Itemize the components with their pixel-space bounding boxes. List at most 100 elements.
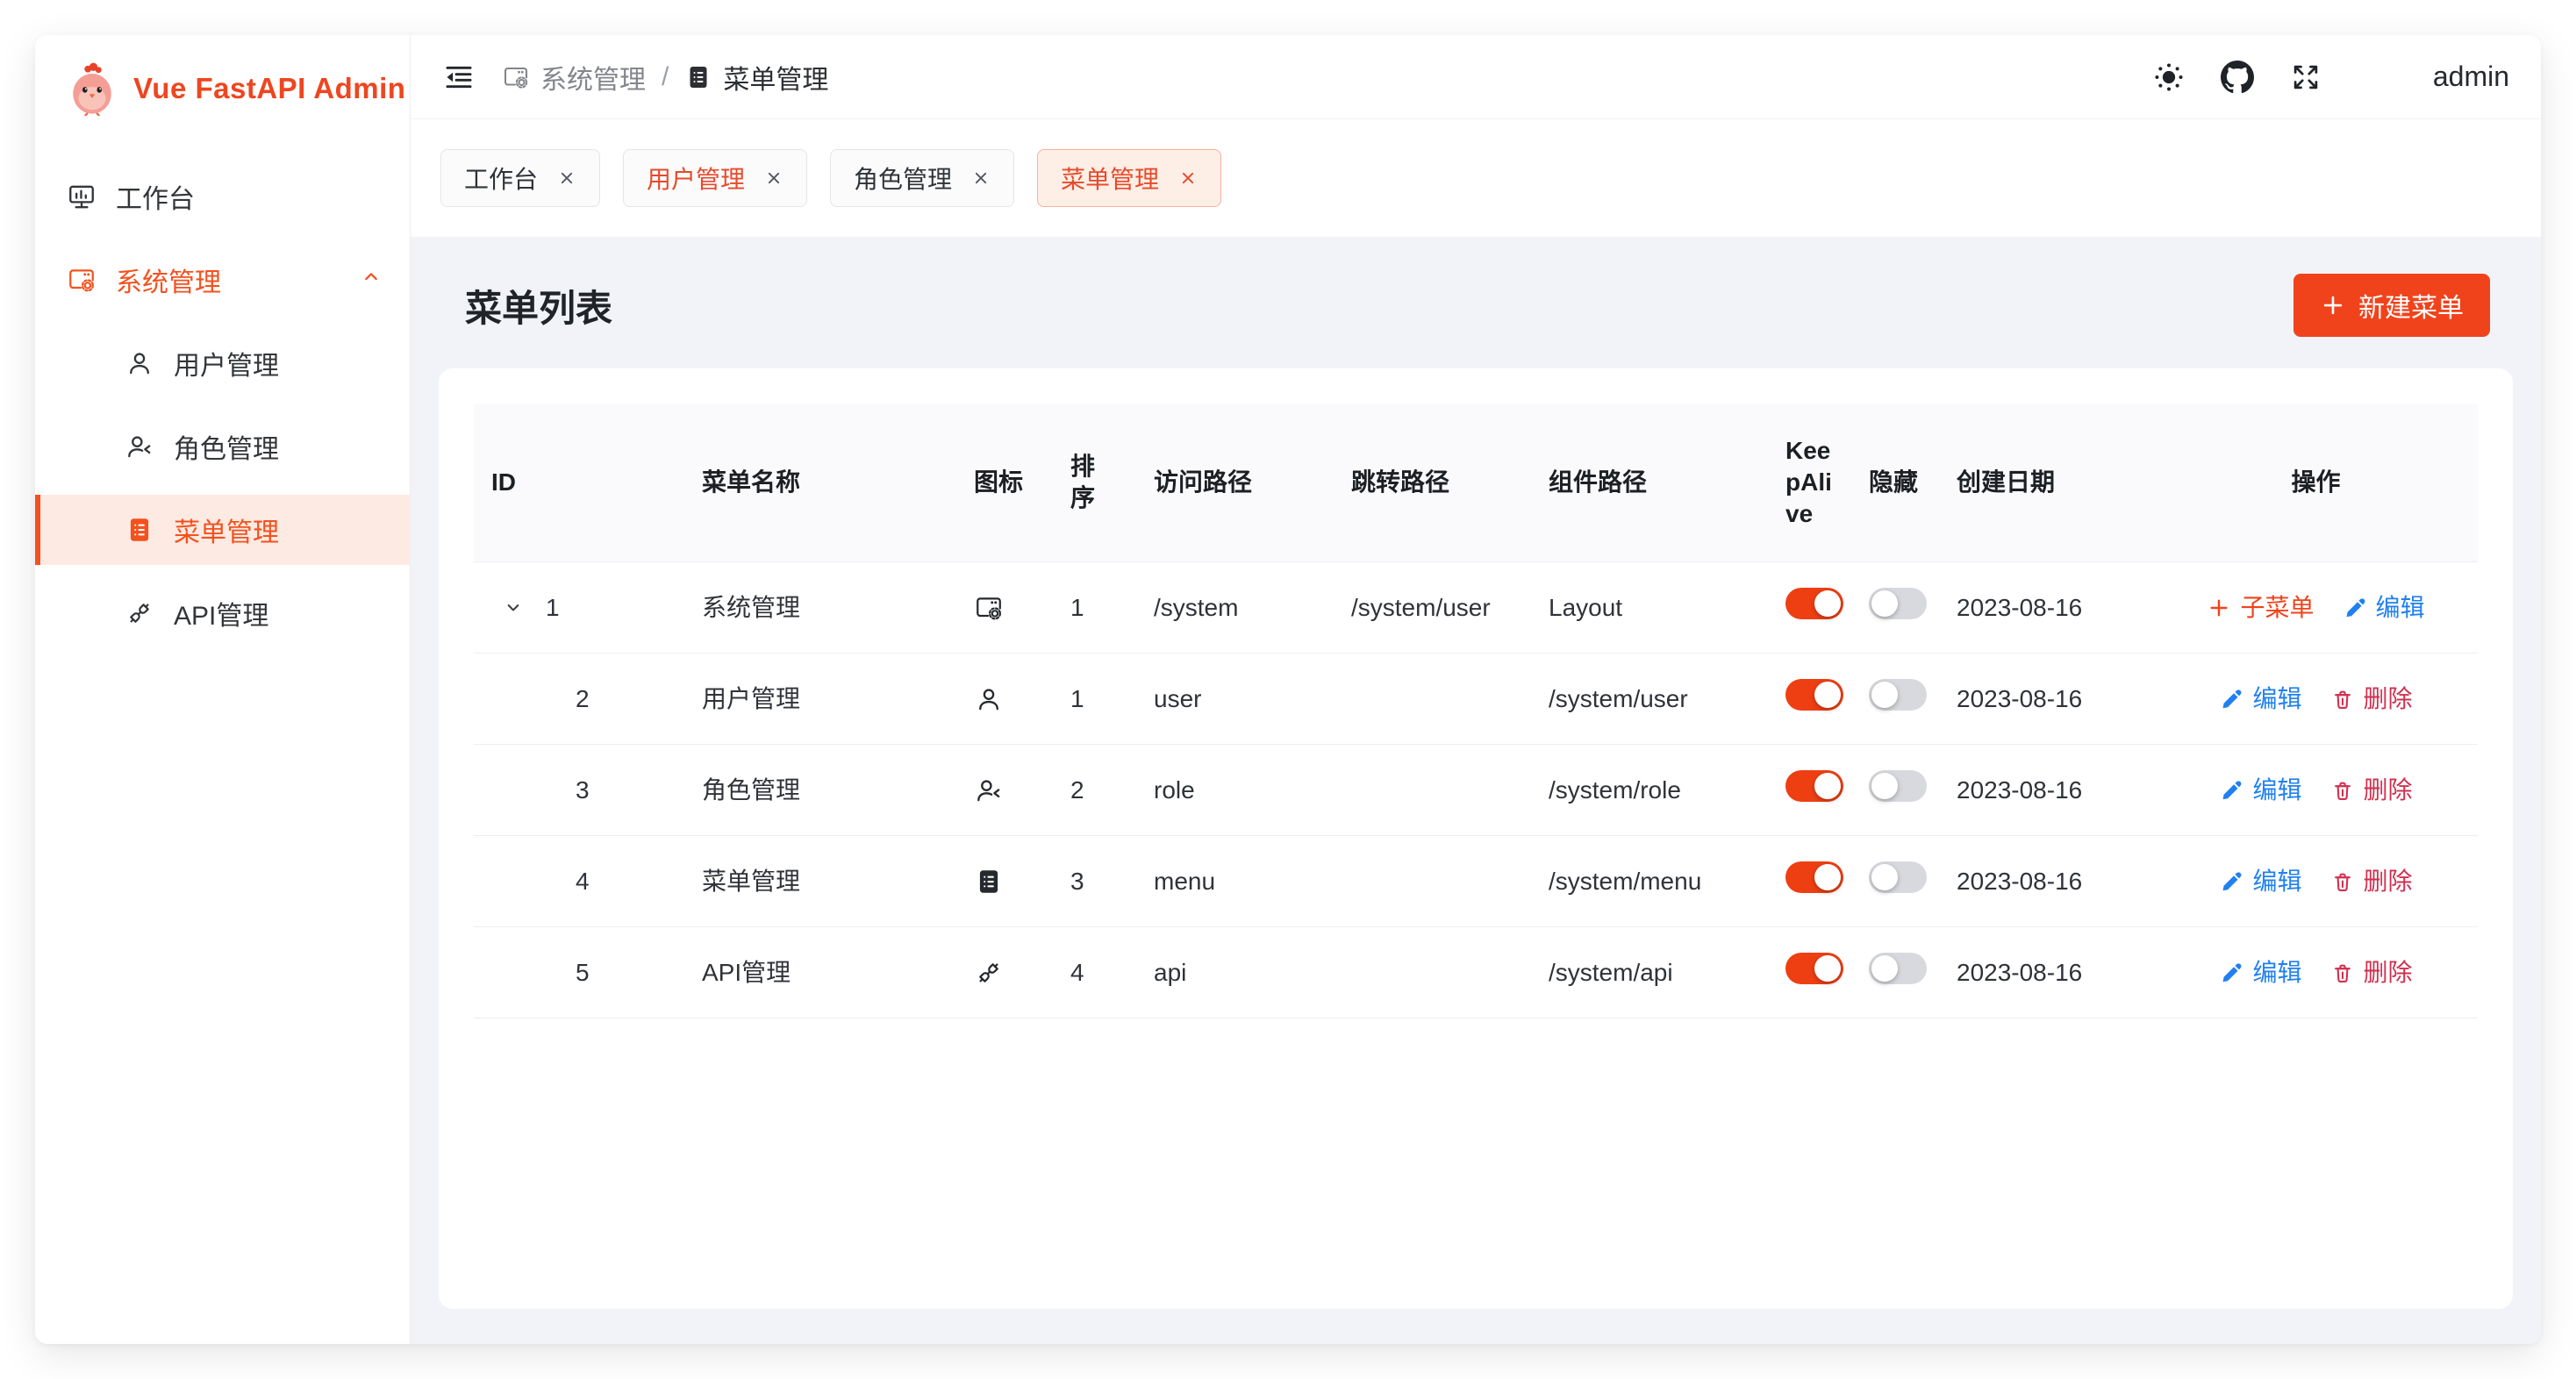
sidebar-item-menus[interactable]: 菜单管理 [35,495,410,565]
sidebar-item-label: 用户管理 [174,344,279,382]
delete-link[interactable]: 删除 [2330,774,2413,807]
delete-link[interactable]: 删除 [2330,956,2413,990]
sidebar-item-workbench[interactable]: 工作台 [35,161,410,232]
avatar[interactable] [2358,52,2408,103]
breadcrumb-separator: / [662,62,669,92]
keepalive-toggle[interactable] [1785,861,1843,893]
col-created: 创建日期 [1939,404,2154,562]
cell-created: 2023-08-16 [1939,654,2154,745]
breadcrumb-item-system[interactable]: 系统管理 [502,58,646,96]
delete-link[interactable]: 删除 [2330,865,2413,898]
cell-path: user [1136,654,1334,745]
cell-name: 用户管理 [684,654,956,745]
edit-link[interactable]: 编辑 [2219,956,2301,990]
cell-path: api [1136,927,1334,1018]
cell-name: 角色管理 [684,745,956,836]
sidebar-item-apis[interactable]: API管理 [35,578,410,648]
close-icon[interactable] [971,168,991,188]
trash-icon [2330,961,2355,985]
cell-order: 1 [1053,654,1136,745]
close-icon[interactable] [764,168,784,188]
tab-users[interactable]: 用户管理 [623,149,807,207]
sidebar-item-users[interactable]: 用户管理 [35,328,410,398]
cell-created: 2023-08-16 [1939,836,2154,927]
cell-redirect [1334,927,1531,1018]
cell-order: 3 [1053,836,1136,927]
tabbar: 工作台 用户管理 角色管理 菜单管理 [411,119,2541,237]
sidebar-item-roles[interactable]: 角色管理 [35,411,410,482]
add-submenu-link[interactable]: 子菜单 [2207,591,2314,625]
breadcrumb: 系统管理 / 菜单管理 [502,58,828,96]
col-icon: 图标 [956,404,1053,562]
theme-toggle-button[interactable] [2152,61,2186,94]
edit-link[interactable]: 编辑 [2219,774,2301,807]
hidden-toggle[interactable] [1869,861,1927,893]
page-title: 菜单列表 [465,279,612,332]
pencil-icon [2219,869,2243,894]
table-card: ID 菜单名称 图标 排序 访问路径 跳转路径 组件路径 KeepAlive 隐… [439,368,2513,1309]
edit-link[interactable]: 编辑 [2219,865,2301,898]
cell-id: 1 [546,591,560,625]
chick-logo-icon [65,61,119,116]
delete-link[interactable]: 删除 [2330,682,2413,716]
hidden-toggle[interactable] [1869,588,1927,619]
keepalive-toggle[interactable] [1785,588,1843,619]
edit-link[interactable]: 编辑 [2219,682,2301,716]
tab-roles[interactable]: 角色管理 [830,149,1014,207]
tab-menus[interactable]: 菜单管理 [1037,149,1221,207]
table-row: 1 系统管理 1 /system /system/user Layout 202… [474,562,2478,654]
close-icon[interactable] [557,168,576,188]
hidden-toggle[interactable] [1869,679,1927,711]
cell-path: /system [1136,562,1334,654]
topbar: 系统管理 / 菜单管理 admin [411,35,2541,119]
sidebar: Vue FastAPI Admin 工作台 系统管理 用户管理 角色管理 [35,35,411,1344]
menu-icon [125,515,154,545]
table-row: 3 角色管理 2 role /system/role 2023-08-16 编 [474,745,2478,836]
keepalive-toggle[interactable] [1785,953,1843,984]
tab-workbench[interactable]: 工作台 [440,149,600,207]
content-area: 菜单列表 新建菜单 ID 菜单名称 [411,237,2541,1344]
system-icon [502,63,530,91]
col-actions: 操作 [2154,404,2478,562]
api-icon [974,958,1035,988]
col-hidden: 隐藏 [1851,404,1939,562]
sidebar-collapse-button[interactable] [442,61,476,94]
cell-component: /system/menu [1531,836,1768,927]
new-menu-button[interactable]: 新建菜单 [2293,274,2490,337]
hidden-toggle[interactable] [1869,770,1927,802]
cell-path: menu [1136,836,1334,927]
app-window: Vue FastAPI Admin 工作台 系统管理 用户管理 角色管理 [35,35,2541,1344]
main-area: 系统管理 / 菜单管理 admin 工作台 [411,35,2541,1344]
github-button[interactable] [2221,61,2254,94]
close-icon[interactable] [1178,168,1198,188]
breadcrumb-item-menus[interactable]: 菜单管理 [684,58,828,96]
app-logo[interactable]: Vue FastAPI Admin [35,35,410,137]
cell-path: role [1136,745,1334,836]
menu-table: ID 菜单名称 图标 排序 访问路径 跳转路径 组件路径 KeepAlive 隐… [474,404,2478,1018]
chevron-up-icon [359,264,383,296]
col-keepalive: KeepAlive [1768,404,1851,562]
edit-link[interactable]: 编辑 [2343,591,2425,625]
sidebar-item-label: API管理 [174,594,268,632]
keepalive-toggle[interactable] [1785,679,1843,711]
fullscreen-button[interactable] [2289,61,2322,94]
hidden-toggle[interactable] [1869,953,1927,984]
col-name: 菜单名称 [684,404,956,562]
chevron-down-icon [502,597,525,619]
sidebar-item-system[interactable]: 系统管理 [35,245,410,315]
menu-icon [974,867,1035,897]
col-id: ID [474,404,684,562]
sidebar-menu: 工作台 系统管理 用户管理 角色管理 菜单管理 API [35,137,410,648]
cell-created: 2023-08-16 [1939,562,2154,654]
role-icon [974,775,1035,805]
trash-icon [2330,778,2355,803]
api-icon [125,598,154,628]
cell-order: 1 [1053,562,1136,654]
cell-component: /system/user [1531,654,1768,745]
row-expand-toggle[interactable] [502,597,525,619]
username[interactable]: admin [2433,61,2509,93]
keepalive-toggle[interactable] [1785,770,1843,802]
github-icon [2221,61,2254,94]
sun-icon [2152,61,2186,94]
cell-name: 菜单管理 [684,836,956,927]
